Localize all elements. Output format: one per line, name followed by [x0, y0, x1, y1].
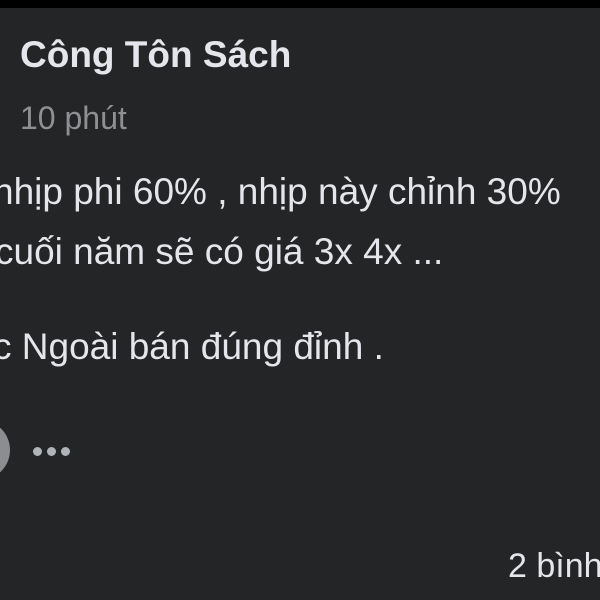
- dot-icon: [33, 447, 42, 456]
- post-timestamp[interactable]: 10 phút: [20, 100, 127, 137]
- more-horizontal-icon[interactable]: [30, 438, 74, 462]
- post-text-line: cuối năm sẽ có giá 3x 4x ...: [0, 231, 444, 272]
- post-text-line: c Ngoài bán đúng đỉnh .: [0, 326, 384, 367]
- comment-count-link[interactable]: 2 bình: [508, 547, 600, 586]
- post-text-line: nhịp phi 60% , nhịp này chỉnh 30%: [0, 171, 561, 212]
- commenter-avatar[interactable]: [0, 420, 10, 480]
- dot-icon: [47, 447, 56, 456]
- dot-icon: [61, 447, 70, 456]
- screenshot-frame: Công Tôn Sách 10 phút nhịp phi 60% , nhị…: [0, 0, 600, 600]
- post-card: Công Tôn Sách 10 phút nhịp phi 60% , nhị…: [0, 8, 600, 600]
- author-name[interactable]: Công Tôn Sách: [20, 34, 291, 76]
